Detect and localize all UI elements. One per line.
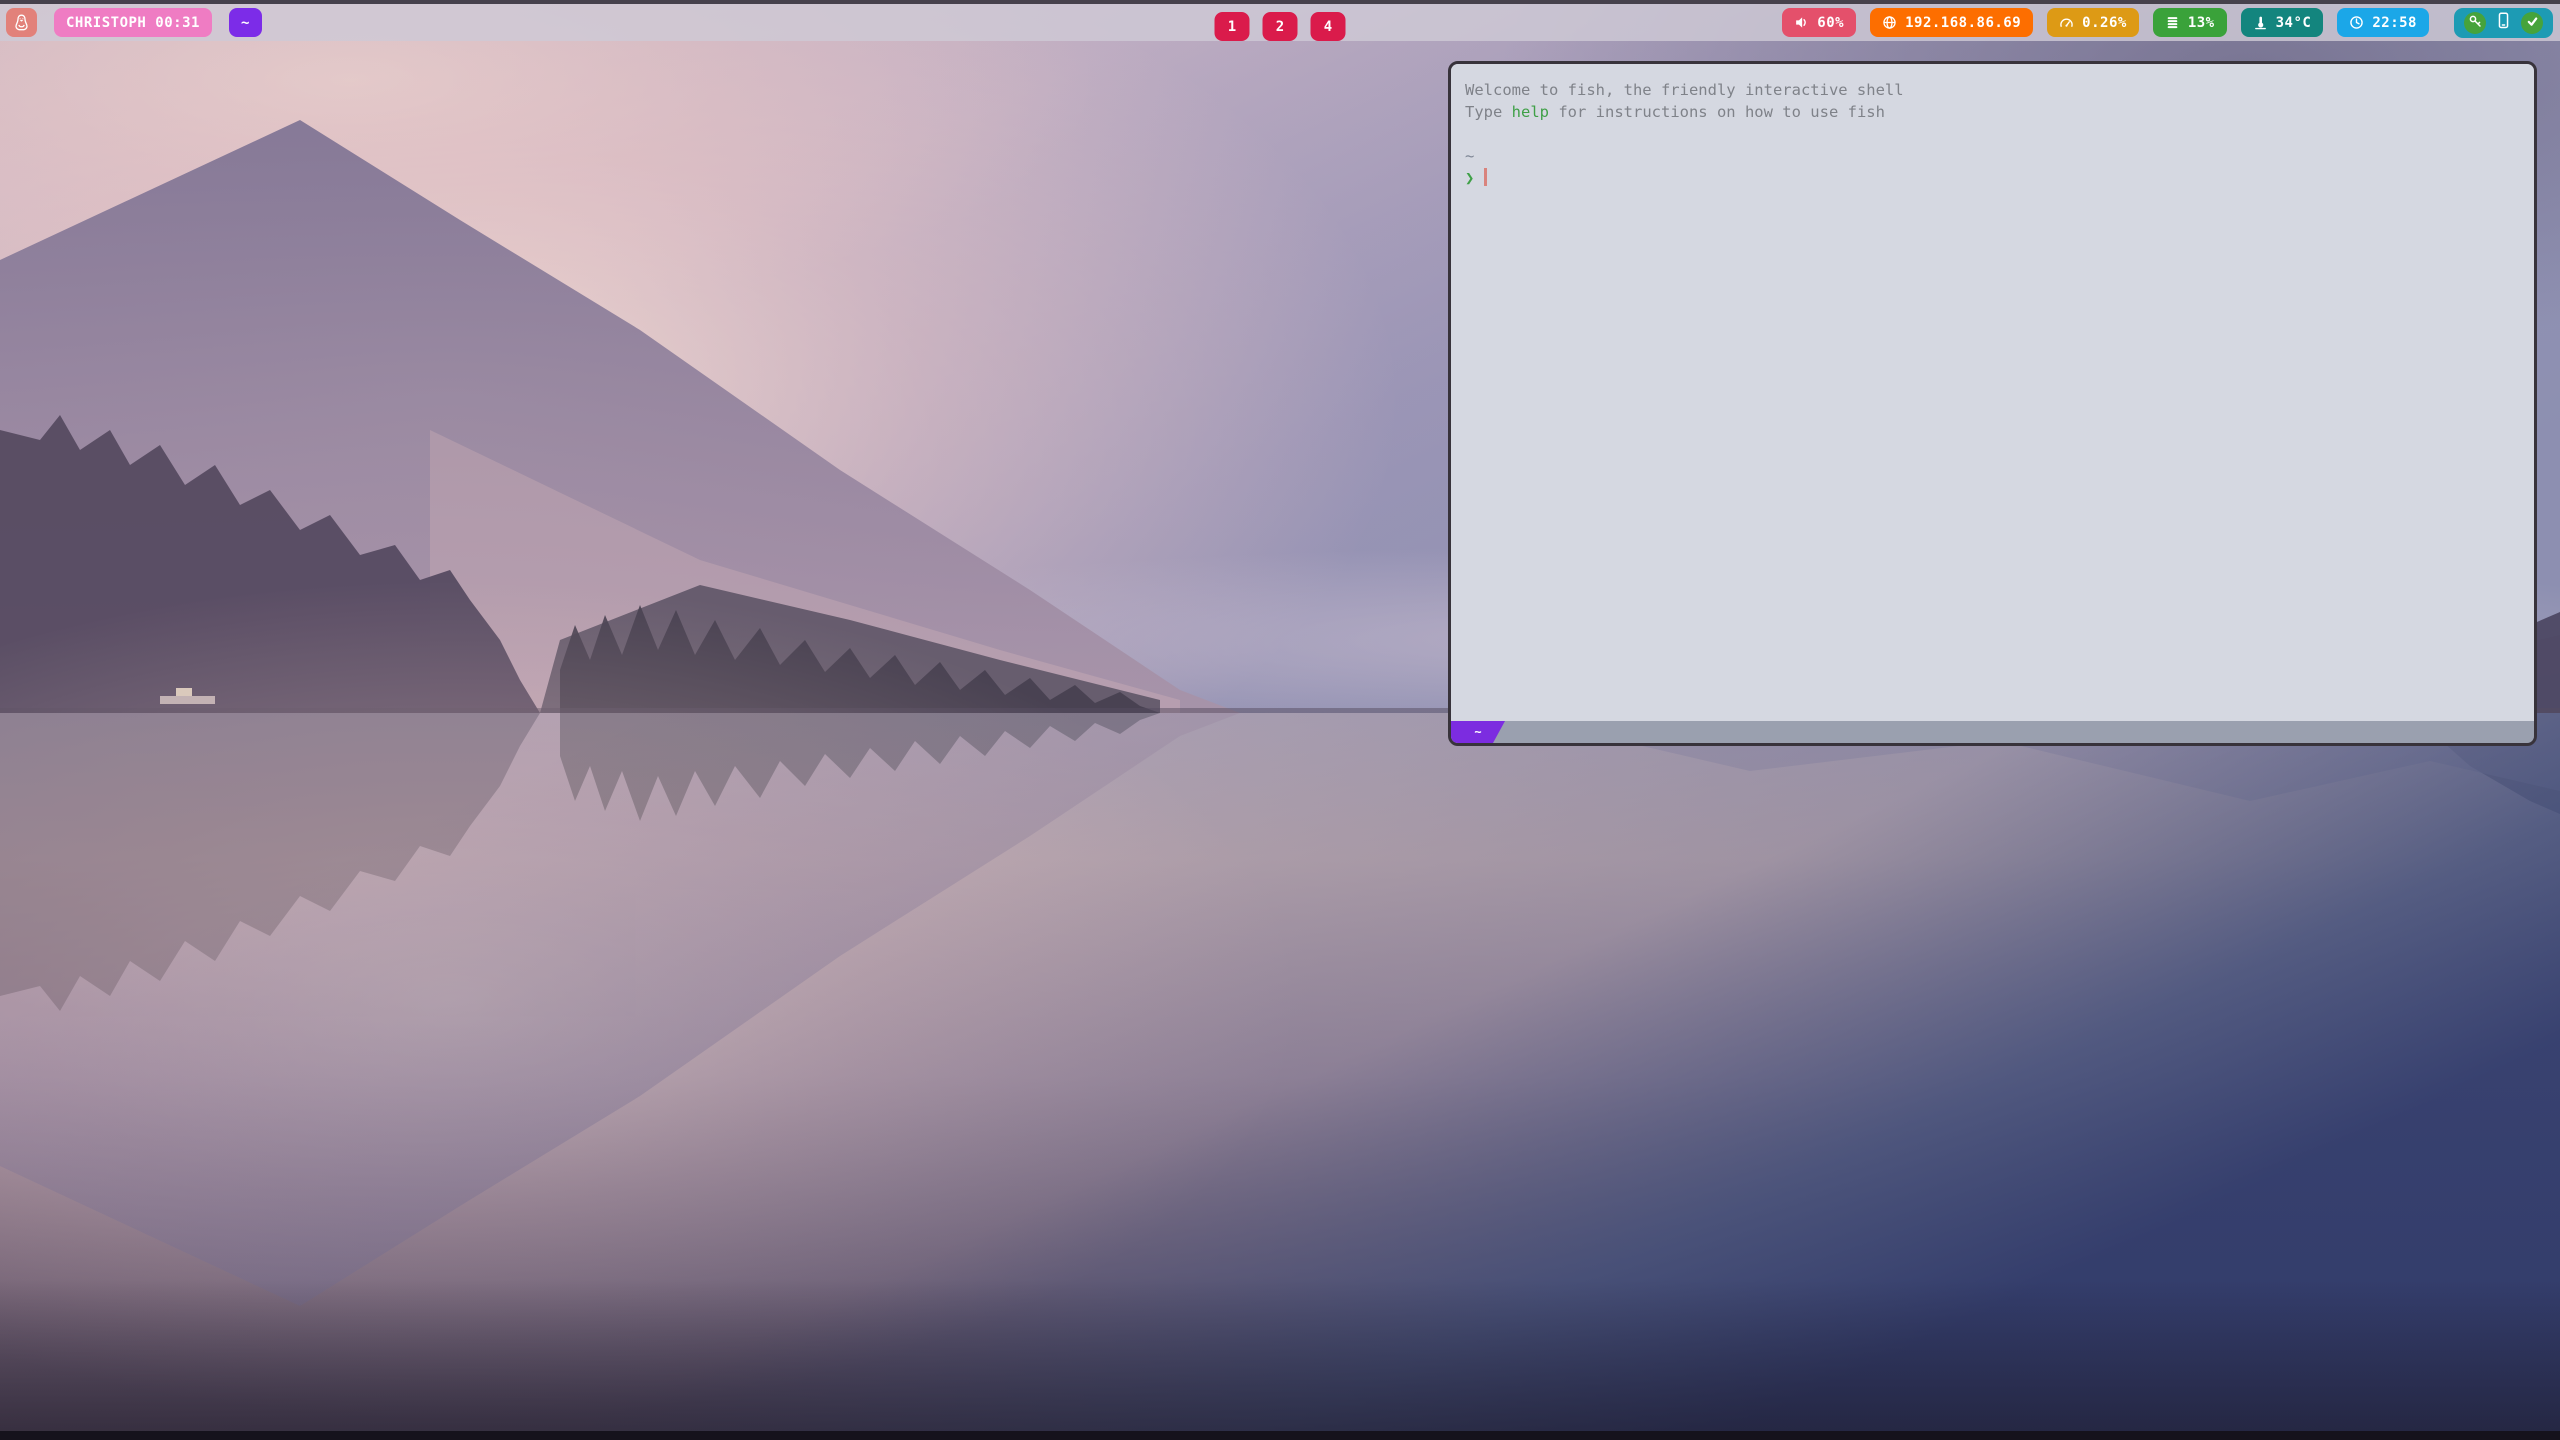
terminal-greeting-line1: Welcome to fish, the friendly interactiv… [1465,79,2520,101]
workspace-label: 1 [1228,19,1236,35]
thermometer-icon [2253,15,2268,30]
user-session-label: CHRISTOPH 00:31 [66,15,200,31]
network-ip-label: 192.168.86.69 [1905,15,2021,31]
taskbar-status-group: 60% 192.168.86.69 [1782,8,2553,38]
help-keyword: help [1512,103,1549,121]
cpu-load-widget[interactable]: 0.26% [2047,8,2139,37]
tux-penguin-icon [13,14,30,31]
user-session-badge[interactable]: CHRISTOPH 00:31 [54,8,212,37]
tray-password-manager-button[interactable] [2464,12,2486,34]
memory-widget[interactable]: 13% [2153,8,2227,37]
volume-label: 60% [1817,15,1844,31]
terminal-cursor [1484,168,1487,186]
terminal-blank-line [1465,123,2520,145]
taskbar: CHRISTOPH 00:31 ~ 1 2 4 [0,0,2560,41]
workspace-button-2[interactable]: 2 [1263,12,1298,41]
terminal-tab-home[interactable]: ~ [1451,721,1505,743]
speaker-icon [1794,15,1809,30]
clock-icon [2349,15,2364,30]
cpu-load-label: 0.26% [2082,15,2127,31]
database-icon [2165,15,2180,30]
workspace-switcher: 1 2 4 [1215,8,1346,45]
path-badge-label: ~ [241,15,250,31]
key-icon [2468,13,2482,32]
workspace-button-1[interactable]: 1 [1215,12,1250,41]
terminal-greeting-line2: Type help for instructions on how to use… [1465,101,2520,123]
network-ip-widget[interactable]: 192.168.86.69 [1870,8,2033,37]
prompt-symbol: ❯ [1465,169,1474,187]
taskbar-left-group: CHRISTOPH 00:31 ~ [6,8,262,37]
volume-widget[interactable]: 60% [1782,8,1856,37]
prompt-path: ~ [1465,145,2520,167]
path-badge[interactable]: ~ [229,8,262,37]
terminal-tab-label: ~ [1474,725,1481,739]
phone-icon[interactable] [2496,12,2511,33]
terminal-tab-bar[interactable]: ~ [1451,721,2534,743]
terminal-output[interactable]: Welcome to fish, the friendly interactiv… [1451,64,2534,721]
tray-status-ok-button[interactable] [2521,12,2543,34]
memory-label: 13% [2188,15,2215,31]
workspace-label: 4 [1324,19,1332,35]
launcher-button[interactable] [6,8,37,37]
clock-label: 22:58 [2372,15,2417,31]
clock-widget[interactable]: 22:58 [2337,8,2429,37]
terminal-window[interactable]: Welcome to fish, the friendly interactiv… [1448,61,2537,746]
gauge-icon [2059,15,2074,30]
globe-icon [1882,15,1897,30]
workspace-button-4[interactable]: 4 [1311,12,1346,41]
temperature-widget[interactable]: 34°C [2241,8,2324,37]
check-icon [2526,13,2539,32]
prompt-line: ❯ [1465,167,2520,189]
desktop: CHRISTOPH 00:31 ~ 1 2 4 [0,0,2560,1440]
temperature-label: 34°C [2276,15,2312,31]
system-tray [2454,8,2553,38]
workspace-label: 2 [1276,19,1284,35]
